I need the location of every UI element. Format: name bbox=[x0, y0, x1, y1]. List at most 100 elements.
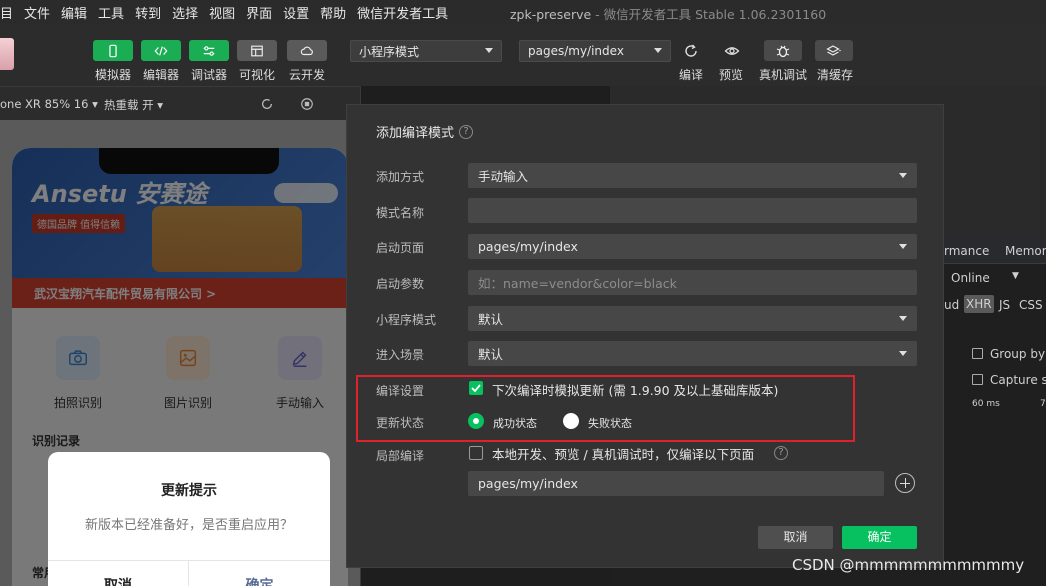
simulator-subbar: one XR 85% 16 ▾ 热重载 开 ▾ bbox=[0, 86, 360, 120]
filter-js[interactable]: JS bbox=[999, 298, 1010, 312]
menu-item-view[interactable]: 视图 bbox=[205, 3, 239, 22]
preview-label: 预览 bbox=[719, 68, 744, 82]
status-success-label: 成功状态 bbox=[493, 417, 537, 430]
real-debug-label: 真机调试 bbox=[759, 68, 808, 82]
mini-mode-label: 小程序模式 bbox=[376, 313, 437, 327]
update-dialog-message: 新版本已经准备好，是否重启应用？ bbox=[84, 518, 293, 533]
app-version: - 微信开发者工具 Stable 1.06.2301160 bbox=[591, 7, 827, 22]
debugger-label: 调试器 bbox=[191, 68, 228, 82]
menu-item-goto[interactable]: 转到 bbox=[131, 3, 165, 22]
modal-confirm-button[interactable]: 确定 bbox=[842, 526, 917, 549]
add-method-select[interactable]: 手动输入 bbox=[468, 163, 917, 188]
update-confirm-button[interactable]: 确定 bbox=[189, 560, 330, 586]
compile-label: 编译 bbox=[679, 68, 704, 82]
main-toolbar: 模拟器 编辑器 调试器 可视化 云开发 小程序模式 pages/my/index… bbox=[0, 24, 1046, 86]
group-by-checkbox[interactable] bbox=[972, 348, 983, 359]
code-icon bbox=[154, 45, 168, 56]
start-params-input[interactable]: 如：name=vendor&color=black bbox=[468, 270, 917, 295]
hot-reload-select[interactable]: 热重载 开 ▾ bbox=[104, 97, 163, 113]
simulator-button[interactable] bbox=[93, 40, 133, 61]
chevron-down-icon bbox=[485, 48, 493, 53]
update-dialog-title: 更新提示 bbox=[161, 483, 217, 499]
add-page-icon[interactable] bbox=[895, 473, 915, 493]
modal-title-text: 添加编译模式 bbox=[376, 126, 455, 141]
layers-icon bbox=[826, 44, 841, 56]
filter-xhr[interactable]: XHR bbox=[964, 295, 994, 313]
debugger-button[interactable] bbox=[189, 40, 229, 61]
cloud-button[interactable] bbox=[287, 40, 327, 61]
page-select[interactable]: pages/my/index bbox=[519, 40, 671, 62]
modal-cancel-button[interactable]: 取消 bbox=[758, 526, 833, 549]
update-dialog: 更新提示 新版本已经准备好，是否重启应用？ 取消 确定 bbox=[48, 452, 330, 586]
start-page-label: 启动页面 bbox=[376, 241, 425, 255]
menu-item-select[interactable]: 选择 bbox=[168, 3, 202, 22]
avatar[interactable] bbox=[0, 38, 14, 70]
menu-item-wechat-devtools[interactable]: 微信开发者工具 bbox=[353, 3, 452, 22]
help-icon[interactable]: ? bbox=[774, 446, 788, 460]
simulate-update-text: 下次编译时模拟更新 (需 1.9.90 及以上基础库版本) bbox=[492, 383, 779, 398]
scene-value: 默认 bbox=[478, 347, 504, 362]
menu-item-help[interactable]: 帮助 bbox=[316, 3, 350, 22]
status-fail-label: 失败状态 bbox=[588, 417, 632, 430]
mode-select[interactable]: 小程序模式 bbox=[350, 40, 502, 62]
chevron-down-icon bbox=[654, 48, 662, 53]
partial-compile-checkbox[interactable] bbox=[469, 446, 483, 460]
capture-label: Capture sc bbox=[990, 373, 1046, 387]
help-icon[interactable]: ? bbox=[459, 124, 474, 139]
capture-checkbox[interactable] bbox=[972, 374, 983, 385]
simulator-label: 模拟器 bbox=[95, 68, 132, 82]
sliders-icon bbox=[203, 45, 215, 56]
filter-css[interactable]: CSS bbox=[1019, 298, 1043, 312]
update-cancel-button[interactable]: 取消 bbox=[48, 560, 189, 586]
mode-name-input[interactable] bbox=[468, 198, 917, 223]
mode-select-value: 小程序模式 bbox=[359, 44, 420, 59]
throttling-select[interactable]: Online bbox=[951, 271, 990, 285]
add-method-value: 手动输入 bbox=[478, 169, 529, 184]
eye-icon bbox=[724, 46, 740, 55]
chevron-down-icon[interactable]: ▼ bbox=[1012, 271, 1019, 281]
clear-cache-button[interactable] bbox=[815, 40, 853, 61]
mode-name-label: 模式名称 bbox=[376, 206, 425, 220]
menu-item-file[interactable]: 文件 bbox=[20, 3, 54, 22]
start-page-select[interactable]: pages/my/index bbox=[468, 234, 917, 259]
partial-compile-text: 本地开发、预览 / 真机调试时，仅编译以下页面 bbox=[492, 447, 755, 462]
simulate-update-checkbox[interactable] bbox=[469, 381, 483, 395]
filter-partial[interactable]: ud bbox=[944, 298, 959, 312]
project-name: zpk-preserve bbox=[510, 7, 592, 22]
modal-title: 添加编译模式 ? bbox=[376, 122, 474, 141]
status-fail-radio[interactable] bbox=[563, 413, 579, 429]
scene-select[interactable]: 默认 bbox=[468, 341, 917, 366]
tab-memory[interactable]: Memory bbox=[1005, 244, 1046, 258]
watermark: CSDN @mmmmmmmmmmmy bbox=[792, 556, 1025, 574]
real-debug-button[interactable] bbox=[764, 40, 802, 61]
phone-icon bbox=[109, 44, 117, 57]
chevron-down-icon bbox=[899, 173, 907, 178]
visual-button[interactable] bbox=[237, 40, 277, 61]
chevron-down-icon bbox=[899, 351, 907, 356]
layout-icon bbox=[251, 45, 263, 56]
editor-label: 编辑器 bbox=[143, 68, 180, 82]
menu-item-tools[interactable]: 工具 bbox=[94, 3, 128, 22]
bug-icon bbox=[776, 45, 790, 57]
partial-compile-label: 局部编译 bbox=[376, 449, 425, 463]
partial-page-input[interactable]: pages/my/index bbox=[468, 471, 884, 496]
rotate-icon[interactable] bbox=[260, 97, 274, 111]
status-success-radio[interactable] bbox=[468, 413, 484, 429]
device-select[interactable]: one XR 85% 16 ▾ bbox=[0, 97, 98, 111]
compile-button[interactable] bbox=[677, 40, 705, 61]
refresh-icon bbox=[685, 44, 697, 57]
tab-performance[interactable]: rmance bbox=[944, 244, 989, 258]
menu-item-settings[interactable]: 设置 bbox=[279, 3, 313, 22]
menu-item-partial[interactable]: 目 bbox=[0, 3, 17, 22]
stop-icon[interactable] bbox=[300, 97, 314, 111]
editor-button[interactable] bbox=[141, 40, 181, 61]
menu-item-edit[interactable]: 编辑 bbox=[57, 3, 91, 22]
start-params-label: 启动参数 bbox=[376, 277, 425, 291]
mini-mode-value: 默认 bbox=[478, 312, 504, 327]
mini-mode-select[interactable]: 默认 bbox=[468, 306, 917, 331]
timeline-tick: 70 bbox=[1040, 399, 1046, 409]
menu-item-ui[interactable]: 界面 bbox=[242, 3, 276, 22]
cloud-icon bbox=[300, 46, 313, 55]
preview-button[interactable] bbox=[718, 40, 746, 61]
check-icon bbox=[471, 384, 481, 393]
